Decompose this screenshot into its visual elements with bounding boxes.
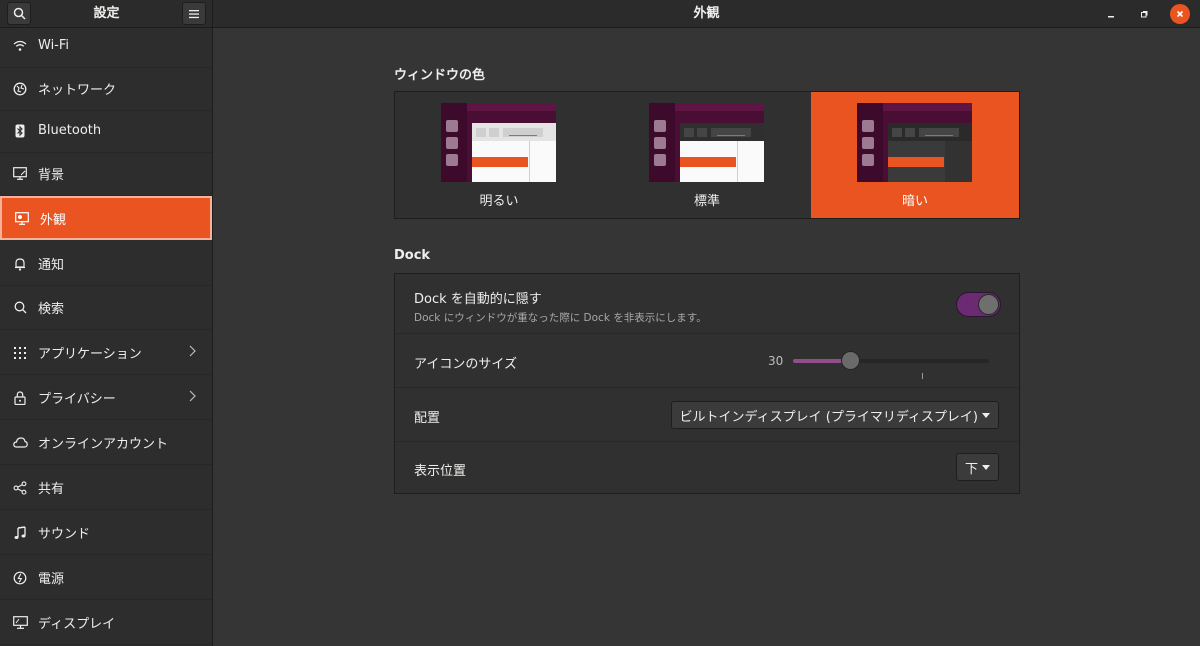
bluetooth-icon xyxy=(12,123,28,139)
bell-icon xyxy=(12,256,28,272)
dock-placement-dropdown[interactable]: ビルトインディスプレイ (プライマリディスプレイ) xyxy=(670,401,999,429)
dropdown-arrow-icon xyxy=(982,464,990,470)
sidebar-item-display[interactable]: ディスプレイ xyxy=(0,601,212,645)
share-icon xyxy=(12,480,28,496)
dock-autohide-row: Dock を自動的に隠す Dock にウィンドウが重なった際に Dock を非表… xyxy=(395,274,1019,334)
header-bar: 設定 外観 xyxy=(0,0,1200,28)
dock-placement-row: 配置 ビルトインディスプレイ (プライマリディスプレイ) xyxy=(395,389,1019,442)
dock-icon-size-row: アイコンのサイズ 30 xyxy=(395,335,1019,388)
sidebar-item-privacy[interactable]: プライバシー xyxy=(0,376,212,420)
menu-button[interactable] xyxy=(182,2,206,25)
sidebar-item-sound[interactable]: サウンド xyxy=(0,511,212,555)
icon-size-value: 30 xyxy=(768,354,784,368)
sidebar-item-background[interactable]: 背景 xyxy=(0,152,212,196)
window-color-title: ウィンドウの色 xyxy=(394,68,486,83)
sidebar-item-wifi[interactable]: Wi-Fi xyxy=(0,28,212,68)
chevron-right-icon xyxy=(189,390,196,406)
icon-size-slider[interactable] xyxy=(793,351,989,370)
dock-placement-label: 配置 xyxy=(414,411,441,426)
sidebar-item-label: Bluetooth xyxy=(38,123,102,138)
dropdown-arrow-icon xyxy=(982,412,990,418)
theme-option-light[interactable]: 明るい xyxy=(395,92,603,218)
sidebar-item-label: 背景 xyxy=(38,168,65,183)
hamburger-menu-icon xyxy=(189,9,199,18)
sidebar-item-online-accounts[interactable]: オンラインアカウント xyxy=(0,421,212,465)
dock-autohide-switch[interactable] xyxy=(956,292,1001,317)
sidebar-item-label: ディスプレイ xyxy=(38,617,116,632)
dock-position-label: 表示位置 xyxy=(414,464,467,479)
sidebar-item-network[interactable]: ネットワーク xyxy=(0,67,212,111)
power-icon xyxy=(12,570,28,586)
sidebar-item-sharing[interactable]: 共有 xyxy=(0,466,212,510)
sidebar-item-label: プライバシー xyxy=(38,392,116,407)
search-icon xyxy=(12,300,28,316)
sidebar-item-label: Wi-Fi xyxy=(38,38,70,53)
sidebar-item-label: サウンド xyxy=(38,527,91,542)
wifi-icon xyxy=(12,38,28,54)
sidebar: Wi-Fi ネットワーク Bluetooth 背景 外観 通知 検索 アプリケー… xyxy=(0,28,213,646)
dock-placement-value: ビルトインディスプレイ (プライマリディスプレイ) xyxy=(679,409,978,425)
appearance-icon xyxy=(14,210,30,226)
sidebar-item-label: アプリケーション xyxy=(38,347,142,362)
restore-icon xyxy=(1141,11,1148,18)
slider-tick-mark xyxy=(922,373,923,379)
music-note-icon xyxy=(12,525,28,541)
appearance-panel: ウィンドウの色 明るい 標準 暗い Dock Dock を自動的に隠す Dock… xyxy=(214,29,1200,646)
background-icon xyxy=(12,166,28,182)
switch-knob xyxy=(978,294,999,315)
dock-position-dropdown[interactable]: 下 xyxy=(955,453,999,481)
dock-autohide-description: Dock にウィンドウが重なった際に Dock を非表示にします。 xyxy=(414,312,707,324)
sidebar-item-applications[interactable]: アプリケーション xyxy=(0,331,212,375)
dock-position-row: 表示位置 下 xyxy=(395,443,1019,494)
close-button[interactable] xyxy=(1170,4,1190,24)
sidebar-item-label: ネットワーク xyxy=(38,83,117,98)
display-icon xyxy=(12,615,28,631)
minimize-button[interactable] xyxy=(1101,4,1121,24)
sidebar-item-power[interactable]: 電源 xyxy=(0,556,212,600)
dock-autohide-label: Dock を自動的に隠す xyxy=(414,292,542,307)
theme-preview-standard xyxy=(649,103,764,182)
sidebar-item-notifications[interactable]: 通知 xyxy=(0,242,212,286)
search-button[interactable] xyxy=(7,2,31,25)
panel-title: 外観 xyxy=(693,6,720,21)
sidebar-item-label: 検索 xyxy=(38,302,65,317)
minimize-icon xyxy=(1108,16,1114,18)
dock-section-title: Dock xyxy=(394,248,431,263)
maximize-button[interactable] xyxy=(1134,4,1154,24)
network-icon xyxy=(12,81,28,97)
search-icon xyxy=(13,7,26,20)
sidebar-item-label: オンラインアカウント xyxy=(38,437,169,452)
theme-label: 標準 xyxy=(693,194,720,209)
sidebar-header: 設定 xyxy=(0,0,213,28)
theme-label: 明るい xyxy=(479,194,519,209)
slider-handle[interactable] xyxy=(841,351,861,370)
lock-icon xyxy=(12,390,28,406)
sidebar-item-search[interactable]: 検索 xyxy=(0,286,212,330)
theme-label: 暗い xyxy=(901,194,928,209)
sidebar-item-label: 共有 xyxy=(38,482,65,497)
theme-preview-dark xyxy=(857,103,972,182)
sidebar-item-label: 外観 xyxy=(40,212,67,228)
sidebar-item-appearance[interactable]: 外観 xyxy=(0,196,212,240)
cloud-icon xyxy=(12,435,28,451)
window-color-selector: 明るい 標準 暗い xyxy=(394,91,1020,219)
chevron-right-icon xyxy=(189,345,196,361)
dock-icon-size-label: アイコンのサイズ xyxy=(414,357,517,372)
dock-position-value: 下 xyxy=(964,461,978,477)
sidebar-item-label: 電源 xyxy=(38,572,65,587)
sidebar-item-label: 通知 xyxy=(38,258,65,273)
theme-option-dark[interactable]: 暗い xyxy=(811,92,1019,218)
theme-preview-light xyxy=(441,103,556,182)
sidebar-item-bluetooth[interactable]: Bluetooth xyxy=(0,109,212,153)
apps-grid-icon xyxy=(12,345,28,361)
dock-settings-list: Dock を自動的に隠す Dock にウィンドウが重なった際に Dock を非表… xyxy=(394,273,1020,494)
close-icon xyxy=(1176,10,1184,18)
theme-option-standard[interactable]: 標準 xyxy=(603,92,811,218)
